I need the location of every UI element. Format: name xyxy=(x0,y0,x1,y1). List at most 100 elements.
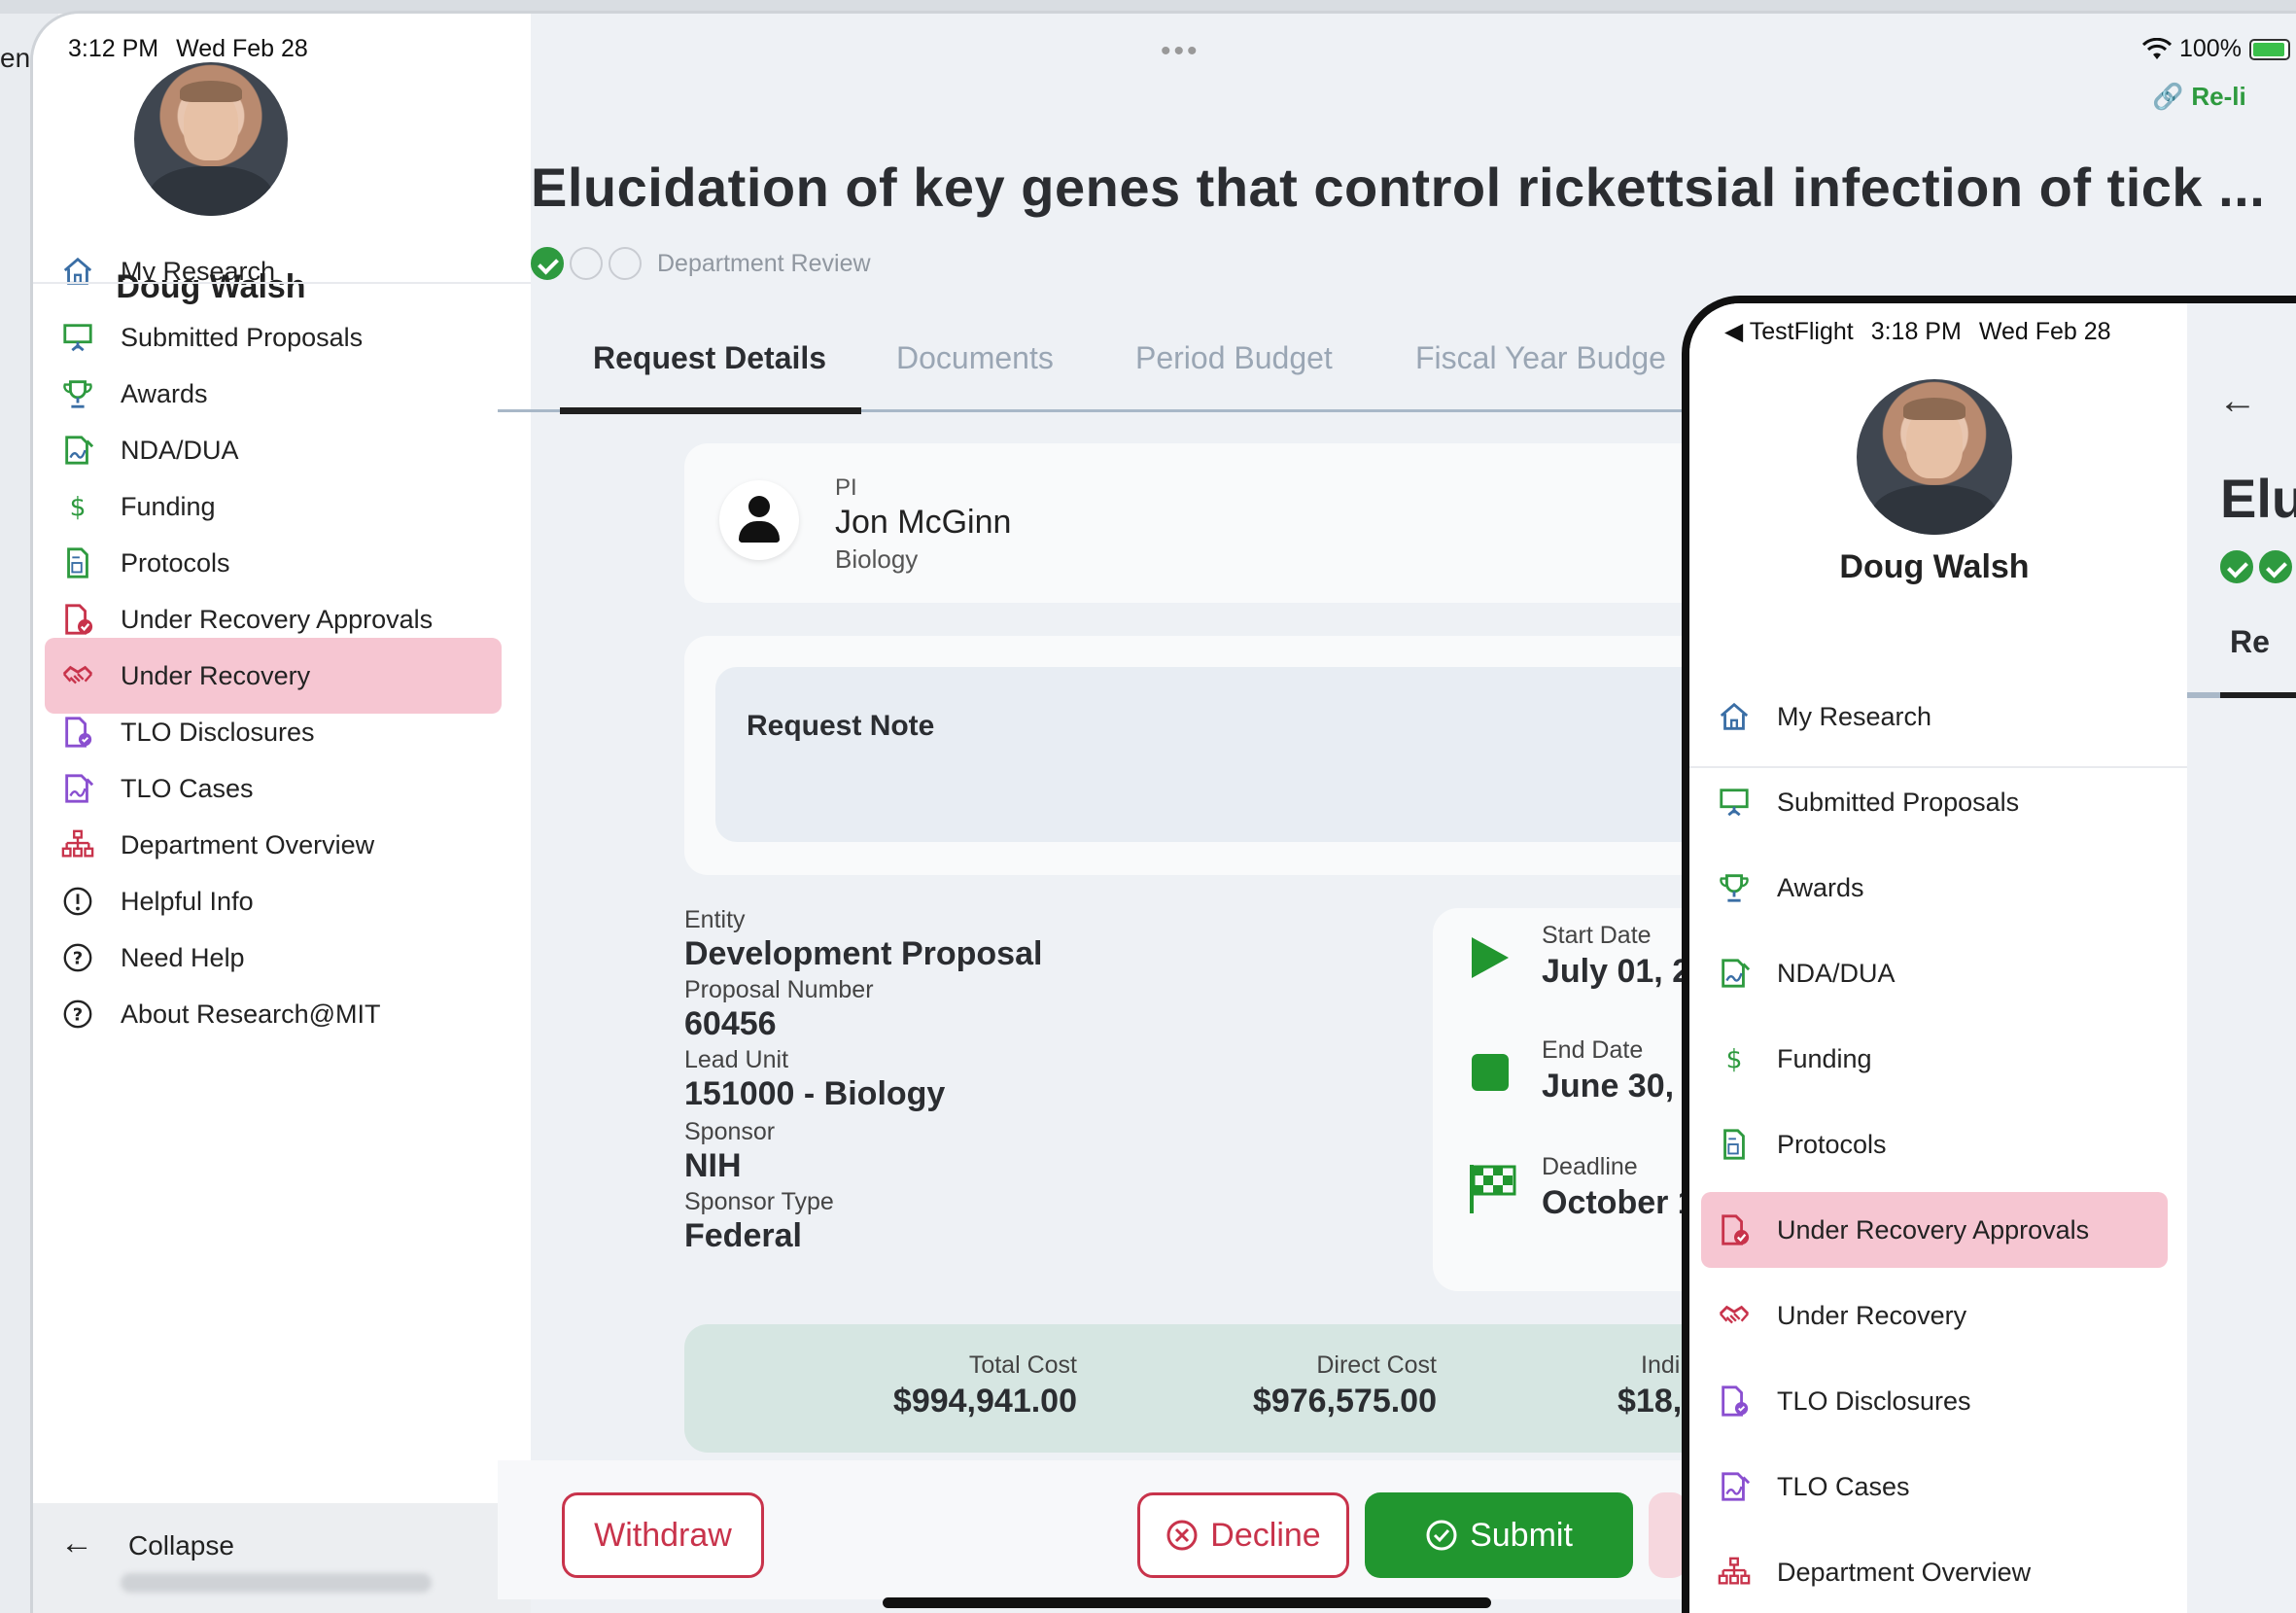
second-status-date: Wed Feb 28 xyxy=(1978,318,2111,345)
sidebar-item-label: Protocols xyxy=(1777,1129,1887,1159)
background-window-top xyxy=(0,0,2296,14)
sidebar-item-label: TLO Disclosures xyxy=(1777,1385,1971,1416)
direct-cost-value: $976,575.00 xyxy=(1252,1383,1437,1420)
request-note-box[interactable]: Request Note xyxy=(715,667,1785,842)
sidebar-item-label: TLO Cases xyxy=(1777,1471,1910,1501)
sidebar-item-my-research[interactable]: My Research xyxy=(45,233,502,309)
end-date-label: End Date xyxy=(1542,1036,1644,1064)
home-indicator xyxy=(883,1597,1491,1608)
step-3 xyxy=(609,247,642,280)
proposal-number-label: Proposal Number xyxy=(684,976,874,1003)
active-tab-indicator xyxy=(560,407,861,414)
second-sidebar-item-under-recovery[interactable]: Under Recovery xyxy=(1701,1278,2168,1353)
start-date-value: July 01, 2 xyxy=(1542,953,1691,990)
tab-documents[interactable]: Documents xyxy=(896,340,1054,376)
blurred-text xyxy=(121,1573,432,1593)
status-right: 100% xyxy=(2142,35,2290,63)
entity-label: Entity xyxy=(684,906,746,933)
indirect-cost-label: Indi xyxy=(1641,1351,1681,1379)
submit-label: Submit xyxy=(1470,1516,1573,1554)
stop-icon xyxy=(1472,1054,1509,1091)
signed-document-icon xyxy=(1713,952,1756,995)
deadline-value: October 1 xyxy=(1542,1184,1696,1221)
disclosure-document-icon xyxy=(1713,1380,1756,1422)
case-document-icon xyxy=(56,767,99,810)
back-arrow-icon[interactable]: ← xyxy=(2218,379,2257,423)
proposal-number-value: 60456 xyxy=(684,1005,777,1042)
sidebar-item-label: Under Recovery xyxy=(1777,1300,1967,1330)
sidebar-divider xyxy=(33,282,531,284)
tab-fiscal-year-budget[interactable]: Fiscal Year Budge xyxy=(1415,340,1666,376)
second-page-title: Elu xyxy=(2220,468,2296,529)
second-sidebar-item-my-research[interactable]: My Research xyxy=(1701,679,2168,754)
sidebar-item-label: TLO Cases xyxy=(121,773,254,803)
sidebar-item-label: Department Overview xyxy=(1777,1557,2032,1587)
second-avatar[interactable] xyxy=(1857,379,2012,535)
approval-document-icon xyxy=(1713,1209,1756,1251)
sponsor-label: Sponsor xyxy=(684,1118,776,1145)
sidebar-item-label: Submitted Proposals xyxy=(121,322,364,352)
lead-unit-value: 151000 - Biology xyxy=(684,1075,946,1112)
second-sidebar-item-under-recovery-approvals[interactable]: Under Recovery Approvals xyxy=(1701,1192,2168,1268)
pi-department: Biology xyxy=(835,544,919,574)
presentation-icon xyxy=(56,316,99,359)
play-icon xyxy=(1472,937,1509,978)
org-chart-icon xyxy=(56,824,99,866)
lead-unit-label: Lead Unit xyxy=(684,1046,789,1073)
pi-label: PI xyxy=(835,474,857,501)
arrow-left-icon: ← xyxy=(60,1525,93,1561)
dates-card: Start Date July 01, 2 End Date June 30, … xyxy=(1433,908,1724,1291)
multitasking-dots[interactable]: ••• xyxy=(1161,35,1200,68)
disclosure-document-icon xyxy=(56,711,99,754)
decline-button[interactable]: Decline xyxy=(1137,1492,1349,1578)
withdraw-label: Withdraw xyxy=(594,1516,732,1554)
battery-percent: 100% xyxy=(2179,35,2242,62)
relink-button[interactable]: 🔗 Re-li xyxy=(2152,82,2246,112)
question-circle-icon: ? xyxy=(56,993,99,1035)
second-tab-request-details[interactable]: Re xyxy=(2230,624,2270,660)
workflow-status: Department Review xyxy=(657,249,871,277)
flag-icon xyxy=(1470,1165,1516,1213)
svg-text:?: ? xyxy=(73,1005,83,1026)
second-sidebar-item-submitted-proposals[interactable]: Submitted Proposals xyxy=(1701,764,2168,840)
second-sidebar-item-department-overview[interactable]: Department Overview xyxy=(1701,1534,2168,1610)
collapse-button[interactable]: ← Collapse xyxy=(33,1503,531,1613)
second-sidebar-divider xyxy=(1689,766,2187,768)
indirect-cost-value: $18, xyxy=(1618,1383,1683,1420)
dollar-icon: $ xyxy=(56,485,99,528)
sidebar-item-label: NDA/DUA xyxy=(121,435,239,465)
workflow-stepper: Department Review xyxy=(531,247,871,280)
trophy-icon xyxy=(1713,866,1756,909)
second-sidebar-item-awards[interactable]: Awards xyxy=(1701,850,2168,926)
second-sidebar-item-nda-dua[interactable]: NDA/DUA xyxy=(1701,935,2168,1011)
submit-button[interactable]: Submit xyxy=(1365,1492,1633,1578)
svg-text:$: $ xyxy=(70,492,87,522)
request-note-card: Request Note xyxy=(684,636,1785,875)
case-document-icon xyxy=(1713,1465,1756,1508)
wifi-icon xyxy=(2142,37,2172,59)
request-note-title: Request Note xyxy=(747,710,935,742)
withdraw-button[interactable]: Withdraw xyxy=(562,1492,764,1578)
second-sidebar-item-protocols[interactable]: Protocols xyxy=(1701,1106,2168,1182)
second-user-name: Doug Walsh xyxy=(1839,548,2030,585)
house-icon xyxy=(1713,695,1756,738)
page-title: Elucidation of key genes that control ri… xyxy=(531,157,2266,218)
protocol-document-icon xyxy=(1713,1123,1756,1166)
second-sidebar-item-tlo-cases[interactable]: TLO Cases xyxy=(1701,1449,2168,1525)
info-circle-icon xyxy=(56,880,99,923)
signed-document-icon xyxy=(56,429,99,472)
sidebar-item-label: Submitted Proposals xyxy=(1777,787,2020,817)
tab-request-details[interactable]: Request Details xyxy=(593,340,826,376)
sidebar-item-label: NDA/DUA xyxy=(1777,958,1896,988)
sidebar-item-label: Funding xyxy=(1777,1043,1872,1073)
second-sidebar-item-tlo-disclosures[interactable]: TLO Disclosures xyxy=(1701,1363,2168,1439)
sidebar-item-about-research-mit[interactable]: ? About Research@MIT xyxy=(45,976,502,1052)
trophy-icon xyxy=(56,372,99,415)
second-sidebar-item-funding[interactable]: $ Funding xyxy=(1701,1021,2168,1097)
sidebar-item-label: Department Overview xyxy=(121,829,375,859)
tab-period-budget[interactable]: Period Budget xyxy=(1135,340,1333,376)
pi-card: PI Jon McGinn Biology xyxy=(684,443,1724,603)
total-cost-label: Total Cost xyxy=(968,1351,1077,1379)
avatar[interactable] xyxy=(134,62,288,216)
testflight-back[interactable]: ◀ TestFlight xyxy=(1724,318,1854,345)
